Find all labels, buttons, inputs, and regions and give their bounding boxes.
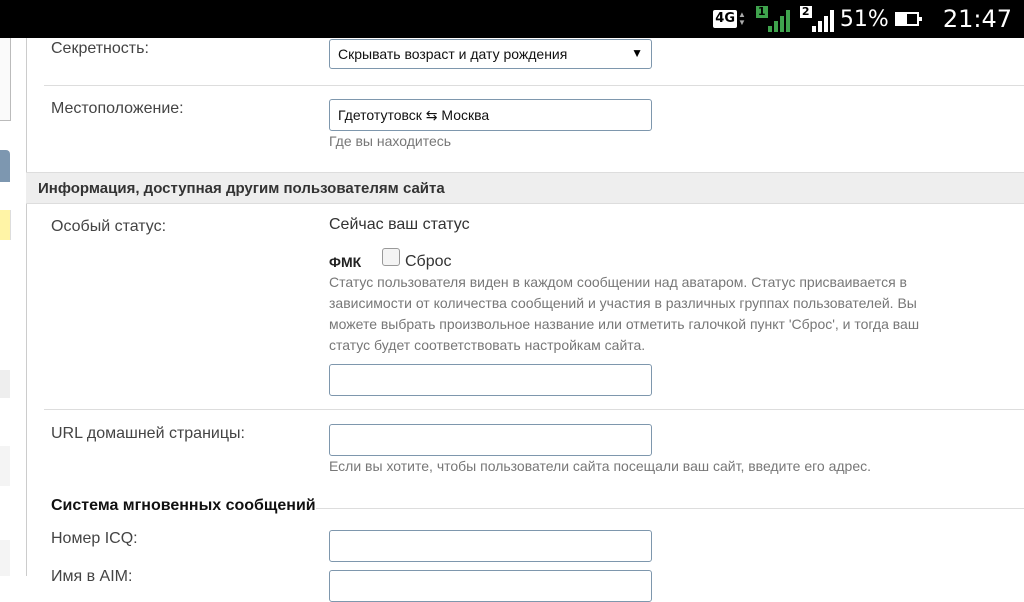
network-indicator: 4G ▲ ▼ (713, 10, 746, 28)
privacy-select[interactable]: Скрывать возраст и дату рождения ▼ (329, 39, 652, 69)
clock: 21:47 (942, 5, 1012, 33)
battery-icon (894, 12, 922, 26)
sim2-signal-icon: 2 (799, 5, 834, 32)
location-input-value: Гдетотутовск ⇆ Москва (338, 106, 490, 123)
divider (44, 409, 1024, 410)
aim-input[interactable] (329, 570, 652, 602)
reset-status-label[interactable]: Сброс (405, 253, 452, 271)
android-status-bar: 4G ▲ ▼ 1 2 51% 21:47 (0, 0, 1024, 38)
homepage-hint: Если вы хотите, чтобы пользователи сайта… (329, 458, 872, 474)
sidebar-block (0, 370, 10, 398)
im-section-title: Система мгновенных сообщений (51, 497, 316, 514)
reset-status-checkbox[interactable] (382, 248, 400, 266)
data-activity-icon: ▲ ▼ (738, 10, 746, 27)
aim-label: Имя в AIM: (51, 568, 133, 585)
sidebar-block (0, 446, 10, 486)
divider (316, 508, 1024, 509)
icq-label: Номер ICQ: (51, 530, 138, 547)
battery-percent: 51% (839, 6, 889, 32)
sim1-number: 1 (755, 5, 768, 18)
location-label: Местоположение: (51, 100, 184, 117)
section-title: Информация, доступная другим пользовател… (38, 179, 445, 197)
privacy-label: Секретность: (51, 40, 149, 57)
special-status-label: Особый статус: (51, 218, 167, 235)
homepage-label: URL домашней страницы: (51, 425, 245, 442)
dropdown-arrow-icon: ▼ (631, 46, 643, 60)
divider (44, 85, 1024, 86)
location-input[interactable]: Гдетотутовск ⇆ Москва (329, 99, 652, 131)
special-status-input[interactable] (329, 364, 652, 396)
left-sidebar-fragment (0, 38, 27, 576)
special-status-hint: Статус пользователя виден в каждом сообщ… (329, 274, 920, 353)
sidebar-tab[interactable] (0, 150, 10, 182)
current-status-value: ФМК (329, 254, 362, 270)
homepage-url-input[interactable] (329, 424, 652, 456)
sim1-signal-icon: 1 (755, 5, 790, 32)
section-header: Информация, доступная другим пользовател… (26, 172, 1024, 204)
sidebar-highlight (0, 210, 11, 240)
sidebar-panel (0, 38, 11, 121)
network-type-badge: 4G (713, 10, 737, 28)
icq-input[interactable] (329, 530, 652, 562)
location-hint: Где вы находитесь (329, 133, 452, 149)
current-status-text: Сейчас ваш статус (329, 216, 470, 233)
sim2-number: 2 (799, 5, 812, 18)
privacy-select-value: Скрывать возраст и дату рождения (338, 46, 568, 62)
profile-form: Секретность: Скрывать возраст и дату рож… (26, 38, 1024, 602)
sidebar-block (0, 540, 10, 576)
